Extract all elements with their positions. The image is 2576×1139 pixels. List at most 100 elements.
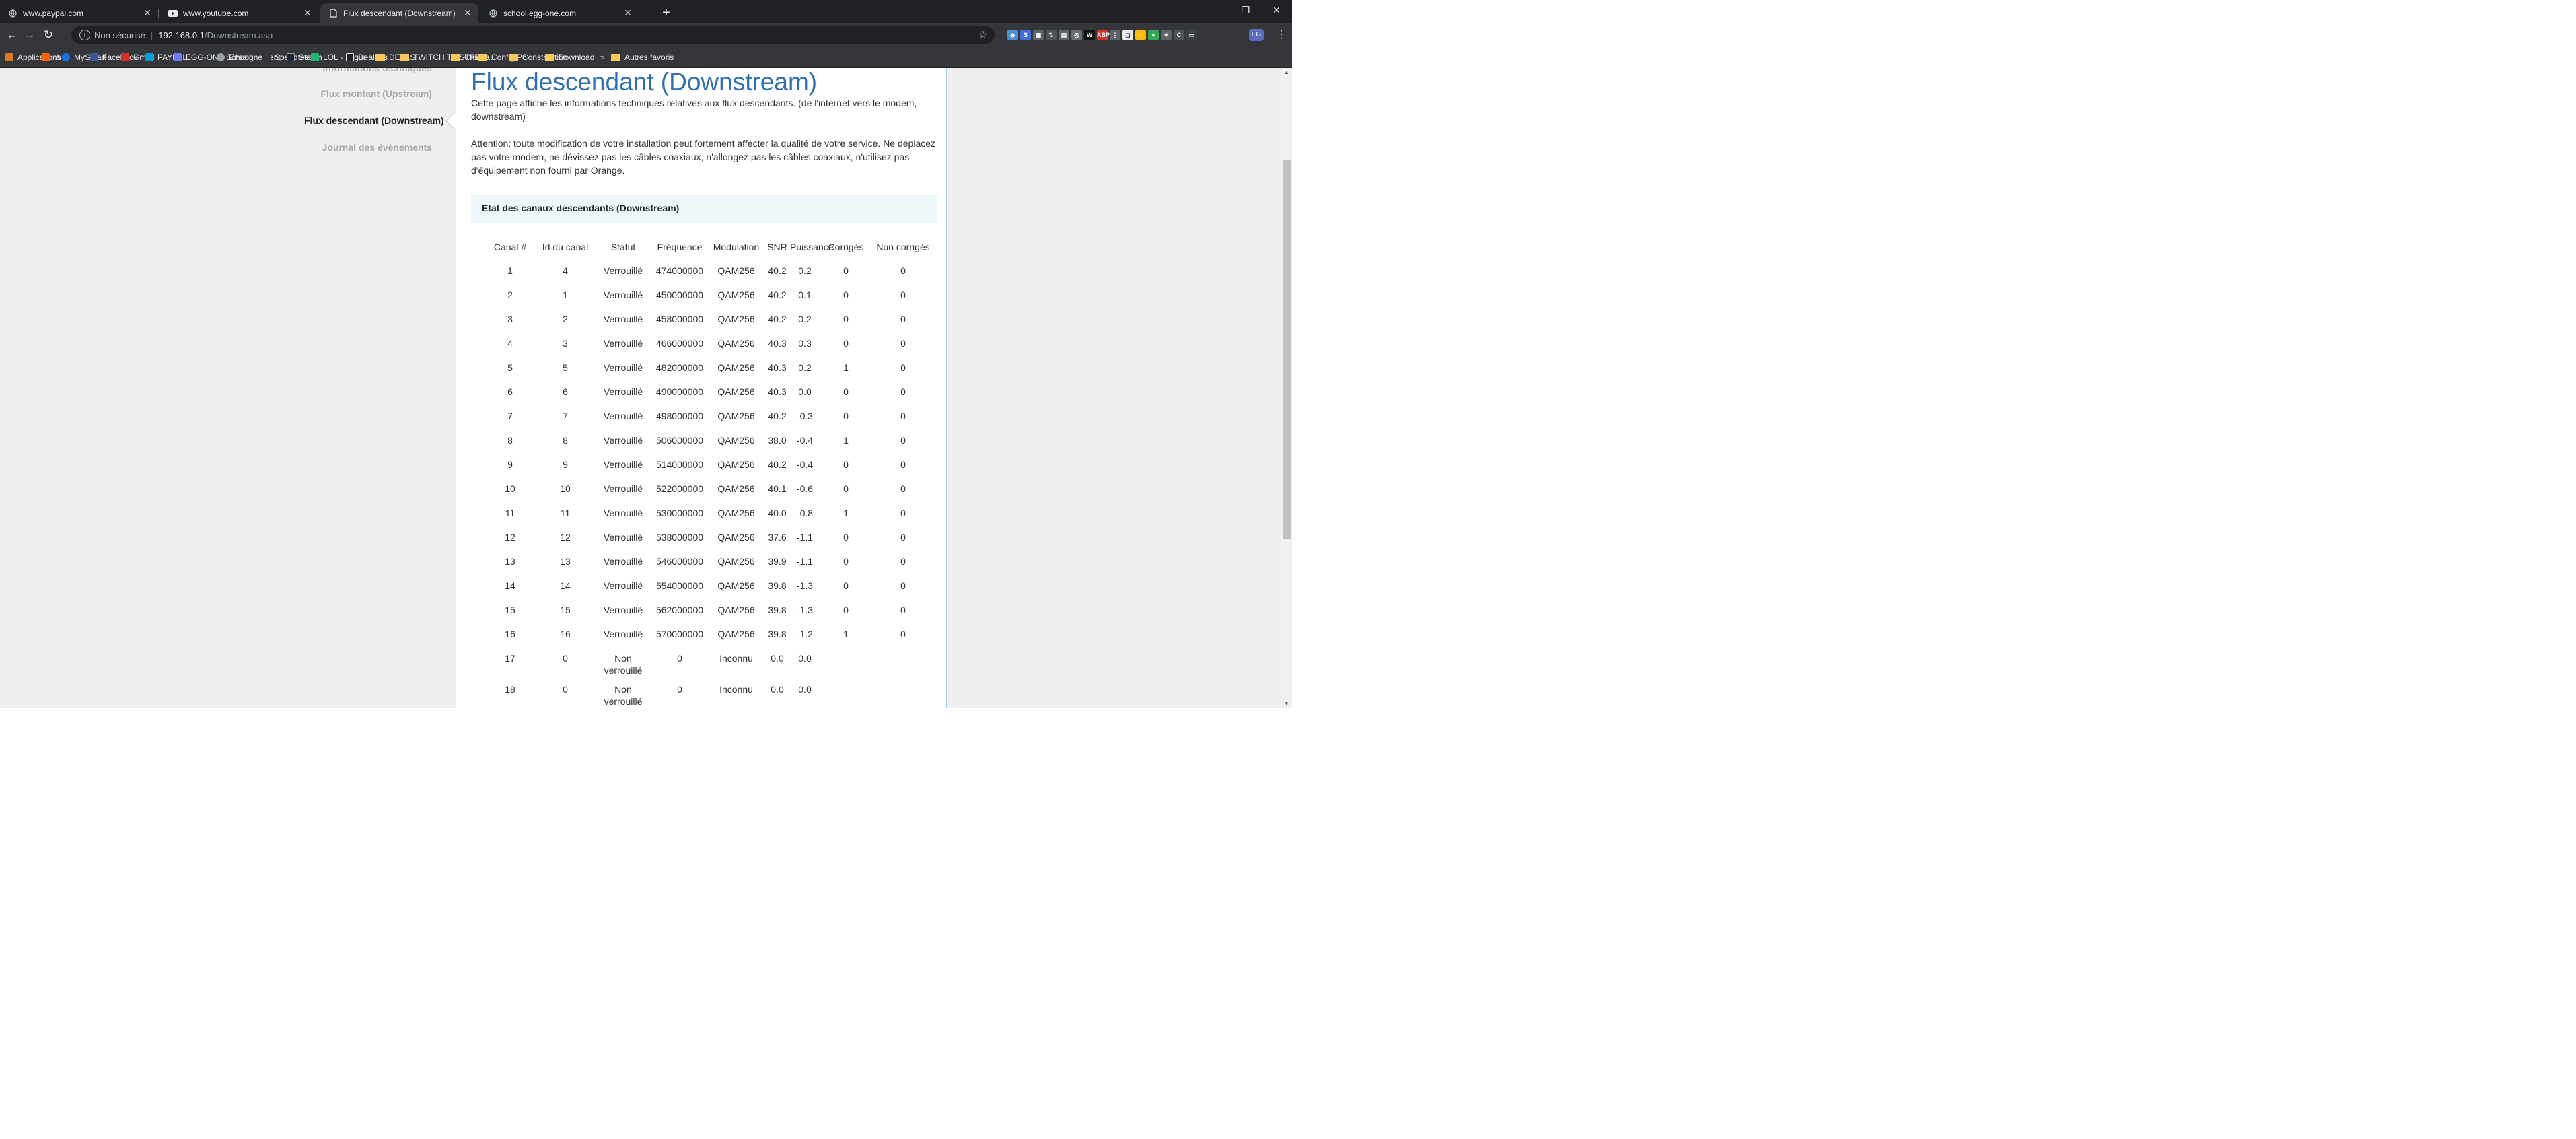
cell-non-corriges: 0 xyxy=(900,508,906,518)
menu-kebab-icon[interactable]: ⋮ xyxy=(1276,28,1287,42)
cell-statut: Verrouillé xyxy=(603,435,643,446)
new-tab-button[interactable]: + xyxy=(658,5,674,21)
cell-modulation: QAM256 xyxy=(717,435,755,446)
tab-school[interactable]: school.egg-one.com ✕ xyxy=(480,3,639,23)
cell-canal: 13 xyxy=(505,556,515,567)
scrollbar-thumb[interactable] xyxy=(1283,160,1291,539)
cell-modulation: QAM256 xyxy=(717,629,755,640)
sidebar-item-downstream[interactable]: Flux descendant (Downstream) xyxy=(304,115,450,126)
info-icon[interactable]: i xyxy=(79,30,90,40)
dealabs-icon xyxy=(346,53,354,61)
address-bar[interactable]: i Non sécurisé | 192.168.0.1/Downstream.… xyxy=(71,26,995,44)
cell-frequence: 506000000 xyxy=(655,435,704,446)
restore-button[interactable]: ❐ xyxy=(1230,0,1261,20)
scroll-down-arrow-icon[interactable]: ▼ xyxy=(1281,701,1292,707)
sidebar-item-label: Flux descendant (Downstream) xyxy=(304,115,444,126)
cell-non-corriges: 0 xyxy=(900,459,906,470)
cell-snr: 40.2 xyxy=(768,459,787,470)
extension-w-icon[interactable]: W xyxy=(1084,30,1095,40)
extension-circle-icon[interactable]: ◎ xyxy=(1071,30,1082,40)
cell-non-corriges: 0 xyxy=(900,314,906,324)
cell-statut: Verrouillé xyxy=(603,386,643,397)
cell-id-canal: 0 xyxy=(563,684,568,695)
close-window-button[interactable]: ✕ xyxy=(1261,0,1292,20)
cell-statut: Verrouillé xyxy=(603,532,643,543)
cell-statut: Verrouillé xyxy=(603,411,643,421)
cell-snr: 38.0 xyxy=(768,435,787,446)
cell-modulation: QAM256 xyxy=(717,605,755,615)
bookmark-star-icon[interactable]: ☆ xyxy=(978,28,988,42)
cell-puissance: 0.3 xyxy=(798,338,812,349)
extension-c-icon[interactable]: C xyxy=(1174,30,1184,40)
sidebar-item-informations-techniques[interactable]: Informations techniques xyxy=(289,68,432,73)
bookmark-download[interactable]: Download xyxy=(545,47,594,67)
back-button[interactable]: ← xyxy=(4,27,20,43)
cell-puissance: 0.2 xyxy=(798,362,812,373)
close-tab-icon[interactable]: ✕ xyxy=(141,7,154,19)
cell-corriges: 0 xyxy=(843,386,849,397)
tab-youtube[interactable]: www.youtube.com ✕ xyxy=(160,3,318,23)
forward-button[interactable]: → xyxy=(22,27,38,43)
cell-corriges: 0 xyxy=(843,580,849,591)
cell-canal: 11 xyxy=(505,508,515,518)
cell-canal: 17 xyxy=(505,653,515,664)
sidebar-item-journal[interactable]: Journal des évènements xyxy=(289,142,432,153)
cell-modulation: QAM256 xyxy=(717,459,755,470)
cell-modulation: Inconnu xyxy=(719,653,753,664)
folder-icon xyxy=(611,53,620,61)
extension-arrows-icon[interactable]: ⇅ xyxy=(1046,30,1057,40)
profile-avatar[interactable]: EG xyxy=(1249,29,1264,41)
close-tab-icon[interactable]: ✕ xyxy=(461,7,474,19)
overflow-label: » xyxy=(600,53,605,62)
cell-statut: Verrouillé xyxy=(603,362,643,373)
close-tab-icon[interactable]: ✕ xyxy=(621,7,635,19)
cell-modulation: QAM256 xyxy=(717,338,755,349)
table-row: 13 13 Verrouillé 546000000 QAM256 39.9 -1.1 0 0 xyxy=(0,555,942,580)
cell-puissance: -0.4 xyxy=(796,459,814,470)
url-path: /Downstream.asp xyxy=(204,30,273,40)
extension-s-icon[interactable]: S xyxy=(1020,30,1031,40)
cell-snr: 0.0 xyxy=(771,684,784,695)
sidebar-item-upstream[interactable]: Flux montant (Upstream) xyxy=(289,88,432,99)
adblock-icon[interactable]: ABP xyxy=(1097,30,1110,40)
cell-frequence: 466000000 xyxy=(655,338,704,349)
scroll-up-arrow-icon[interactable]: ▲ xyxy=(1281,69,1292,75)
table-row: 18 0 Non verrouillé 0 Inconnu 0.0 0.0 xyxy=(0,683,942,707)
cell-canal: 7 xyxy=(507,411,513,421)
vertical-scrollbar[interactable]: ▲ ▼ xyxy=(1281,68,1292,708)
other-bookmarks[interactable]: Autres favoris xyxy=(611,47,674,67)
cell-snr: 40.0 xyxy=(768,508,787,518)
column-header-non-corriges: Non corrigés xyxy=(876,242,930,252)
tab-title: www.youtube.com xyxy=(183,8,249,18)
extension-grid-icon[interactable]: ▦ xyxy=(1033,30,1044,40)
extension-chrome-icon[interactable]: ● xyxy=(1148,30,1159,40)
extension-dots-icon[interactable]: ⋮ xyxy=(1110,30,1120,40)
cell-statut: Verrouillé xyxy=(603,459,643,470)
reload-button[interactable]: ↻ xyxy=(40,27,57,43)
cell-non-corriges: 0 xyxy=(900,362,906,373)
cell-snr: 37.6 xyxy=(768,532,787,543)
tab-downstream[interactable]: Flux descendant (Downstream) ✕ xyxy=(320,3,478,23)
tab-paypal[interactable]: www.paypal.com ✕ xyxy=(0,3,159,23)
apps-grid-icon xyxy=(5,53,13,61)
table-row: 8 8 Verrouillé 506000000 QAM256 38.0 -0.4 1 0 xyxy=(0,434,942,458)
cell-id-canal: 8 xyxy=(563,435,568,446)
minimize-button[interactable]: — xyxy=(1199,0,1230,20)
extension-window-icon[interactable]: ▭ xyxy=(1186,30,1197,40)
extension-square-icon[interactable]: ◻ xyxy=(1122,30,1133,40)
column-header-snr: SNR xyxy=(767,242,787,252)
extension-diamond-icon[interactable]: ◆ xyxy=(1007,30,1018,40)
cell-puissance: -1.3 xyxy=(796,580,814,591)
cell-statut: Verrouillé xyxy=(603,580,643,591)
extension-bolt-icon[interactable]: ⚡ xyxy=(1135,30,1146,40)
cell-snr: 40.3 xyxy=(768,386,787,397)
cell-id-canal: 3 xyxy=(563,338,568,349)
cell-snr: 40.3 xyxy=(768,338,787,349)
close-tab-icon[interactable]: ✕ xyxy=(301,7,314,19)
bookmarks-overflow-button[interactable]: » xyxy=(600,47,605,67)
extension-puzzle-icon[interactable]: ✦ xyxy=(1161,30,1172,40)
cell-frequence: 546000000 xyxy=(655,556,704,567)
cell-frequence: 538000000 xyxy=(655,532,704,543)
extension-stack-icon[interactable]: ▤ xyxy=(1059,30,1069,40)
cell-non-corriges: 0 xyxy=(900,386,906,397)
